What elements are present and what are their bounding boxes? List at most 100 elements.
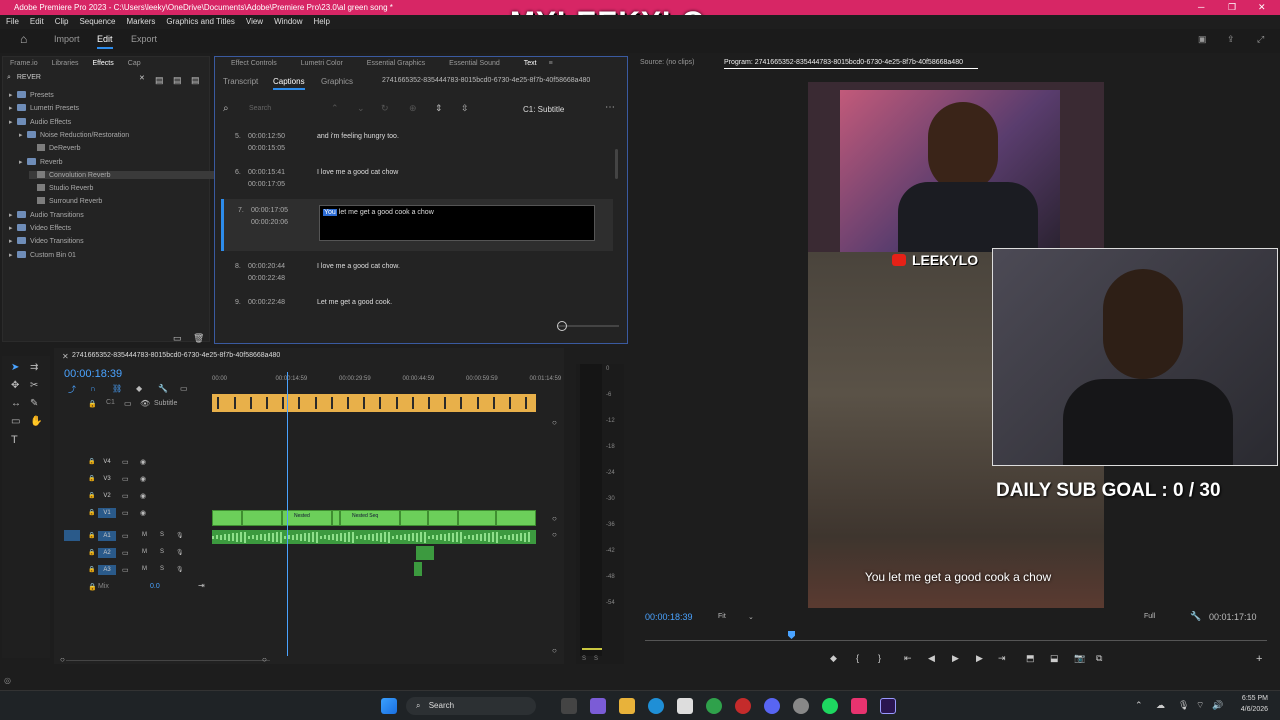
- opera-icon[interactable]: [735, 698, 751, 714]
- solo-button[interactable]: S: [160, 532, 164, 538]
- caption-row[interactable]: 7. 00:00:17:05 00:00:20:06 You let me get a …: [221, 199, 613, 251]
- add-caption-icon[interactable]: ⊕: [409, 103, 417, 114]
- obs-icon[interactable]: [793, 698, 809, 714]
- caption-text[interactable]: I love me a good cat chow.: [317, 263, 400, 270]
- effects-tree-item[interactable]: ▸ Audio Effects: [9, 117, 71, 126]
- extract-icon[interactable]: ⬓: [1050, 653, 1059, 664]
- nest-toggle-icon[interactable]: ⤴: [68, 384, 76, 395]
- eye-icon[interactable]: 👁: [140, 399, 150, 408]
- caption-in-time[interactable]: 00:00:15:41: [248, 169, 285, 176]
- video-clip[interactable]: [332, 510, 340, 526]
- volume-icon[interactable]: 🔊: [1212, 700, 1223, 711]
- effects-tab-effects[interactable]: Effects: [85, 57, 120, 71]
- up-arrow-icon[interactable]: ⌃: [331, 103, 339, 114]
- snap-icon[interactable]: ∩: [90, 384, 96, 393]
- solo-right[interactable]: S: [594, 656, 598, 662]
- track-label[interactable]: V3: [98, 474, 116, 484]
- track-target-label[interactable]: C1: [106, 399, 115, 406]
- effects-tree-item[interactable]: ▸ Audio Transitions: [9, 210, 84, 219]
- minimize-icon[interactable]: ─: [1198, 0, 1204, 15]
- file-explorer-icon[interactable]: [619, 698, 635, 714]
- sync-lock-icon[interactable]: ▭: [122, 532, 129, 540]
- slip-tool-icon[interactable]: ↔: [11, 398, 21, 409]
- track-label[interactable]: A3: [98, 565, 116, 575]
- program-timecode[interactable]: 00:00:18:39: [645, 612, 693, 622]
- tab-essential-graphics[interactable]: Essential Graphics: [355, 57, 437, 71]
- copilot-icon[interactable]: [590, 698, 606, 714]
- caption-out-time[interactable]: 00:00:15:05: [248, 145, 285, 152]
- menu-edit[interactable]: Edit: [30, 15, 44, 29]
- vertical-scroll-handle[interactable]: ○: [552, 418, 557, 427]
- resolution-dropdown[interactable]: Full: [1144, 613, 1155, 620]
- caption-scrollbar[interactable]: [615, 149, 618, 179]
- sequence-tab[interactable]: 2741665352-835444783-8015bcd0-6730-4e25-…: [72, 352, 280, 359]
- subtab-graphics[interactable]: Graphics: [321, 77, 353, 86]
- discord-icon[interactable]: [764, 698, 780, 714]
- more-options-icon[interactable]: ⋯: [605, 102, 615, 113]
- track-label[interactable]: A2: [98, 548, 116, 558]
- track-label[interactable]: V4: [98, 457, 116, 467]
- wrench-icon[interactable]: 🔧: [1190, 611, 1201, 622]
- menu-help[interactable]: Help: [314, 15, 330, 29]
- caption-text[interactable]: Let me get a good cook.: [317, 299, 392, 306]
- mark-in-icon[interactable]: {: [856, 653, 859, 663]
- effects-tree-item[interactable]: ▸ Presets: [9, 91, 54, 99]
- wifi-icon[interactable]: ⌔: [1196, 700, 1204, 711]
- add-marker-icon[interactable]: ◆: [136, 384, 142, 393]
- lock-icon[interactable]: 🔒: [88, 400, 97, 408]
- jump-icon[interactable]: ⇥: [198, 581, 205, 590]
- edit-tab[interactable]: Edit: [97, 34, 113, 49]
- cloud-icon[interactable]: ☁: [1156, 700, 1165, 711]
- sync-lock-icon[interactable]: ▭: [122, 509, 129, 517]
- caption-row[interactable]: 6. 00:00:15:41 00:00:17:05 I love me a good…: [221, 161, 613, 195]
- subtab-transcript[interactable]: Transcript: [223, 77, 258, 86]
- lock-icon[interactable]: 🔒: [88, 566, 95, 573]
- effects-tree-item[interactable]: ▸ Lumetri Presets: [9, 104, 79, 112]
- settings-icon[interactable]: 🔧: [158, 384, 168, 393]
- menu-markers[interactable]: Markers: [127, 15, 156, 29]
- sync-lock-icon[interactable]: ▭: [124, 399, 132, 408]
- tab-essential-sound[interactable]: Essential Sound: [437, 57, 512, 71]
- tab-effect-controls[interactable]: Effect Controls: [219, 57, 289, 71]
- caption-in-time[interactable]: 00:00:22:48: [248, 299, 285, 306]
- tab-text[interactable]: Text: [512, 57, 549, 71]
- caption-out-time[interactable]: 00:00:22:48: [248, 275, 285, 282]
- spotify-icon[interactable]: [822, 698, 838, 714]
- track-label[interactable]: A1: [98, 531, 116, 541]
- caption-out-time[interactable]: 00:00:20:06: [251, 219, 288, 226]
- track-label[interactable]: V2: [98, 491, 116, 501]
- effects-search-input[interactable]: REVER: [17, 74, 41, 81]
- video-clip[interactable]: [458, 510, 496, 526]
- tiktok-icon[interactable]: [851, 698, 867, 714]
- video-clip[interactable]: [212, 510, 242, 526]
- solo-left[interactable]: S: [582, 656, 586, 662]
- track-select-tool-icon[interactable]: ⇉: [30, 362, 38, 373]
- caption-text-editor[interactable]: You let me get a good cook a chow: [319, 205, 595, 241]
- source-patch[interactable]: [64, 530, 80, 541]
- accelerated-effects-icon[interactable]: ▤: [155, 75, 164, 86]
- menu-view[interactable]: View: [246, 15, 263, 29]
- go-to-out-icon[interactable]: ⇥: [998, 653, 1006, 664]
- effects-tab-libraries[interactable]: Libraries: [45, 57, 86, 71]
- facecam-overlay[interactable]: [992, 248, 1278, 466]
- fit-dropdown[interactable]: Fit: [718, 613, 726, 620]
- menu-graphics-and-titles[interactable]: Graphics and Titles: [166, 15, 234, 29]
- vertical-scroll-handle-3[interactable]: ○: [552, 530, 557, 539]
- edge-icon[interactable]: [648, 698, 664, 714]
- export-frame-icon[interactable]: 📷: [1074, 653, 1085, 664]
- solo-button[interactable]: S: [160, 549, 164, 555]
- taskbar-time[interactable]: 6:55 PM: [1238, 695, 1268, 702]
- hand-tool-icon[interactable]: ✋: [30, 416, 42, 427]
- lift-icon[interactable]: ⬒: [1026, 653, 1035, 664]
- mark-out-icon[interactable]: }: [878, 653, 881, 663]
- zoom-handle-right[interactable]: ○: [262, 655, 267, 664]
- caption-in-time[interactable]: 00:00:17:05: [251, 207, 288, 214]
- subtab-captions[interactable]: Captions: [273, 77, 305, 90]
- caption-row[interactable]: 5. 00:00:12:50 00:00:15:05 and i'm feeling …: [221, 125, 613, 159]
- zoom-slider-handle[interactable]: [557, 321, 567, 331]
- eye-icon[interactable]: ◉: [140, 475, 146, 483]
- layout-icon[interactable]: ▣: [1198, 34, 1207, 45]
- lock-icon[interactable]: 🔒: [88, 475, 95, 482]
- import-tab[interactable]: Import: [54, 34, 80, 44]
- sync-lock-icon[interactable]: ▭: [122, 492, 129, 500]
